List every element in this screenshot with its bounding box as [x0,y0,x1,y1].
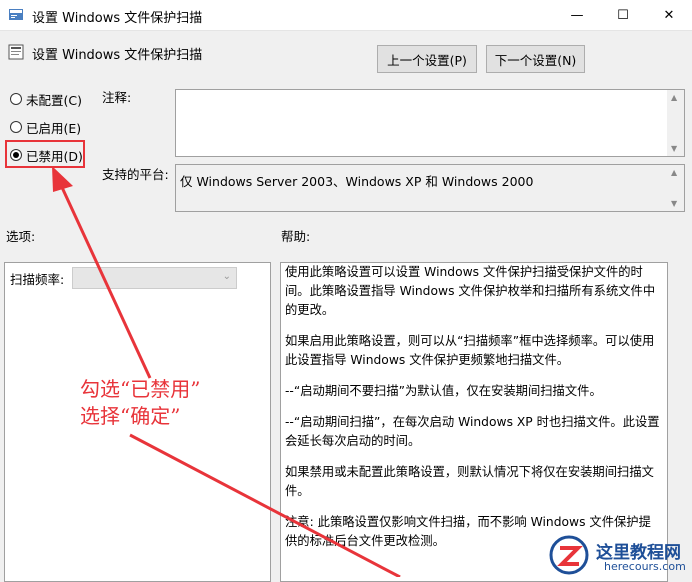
annotation-text: 勾选“已禁用” 选择“确定” [80,376,200,430]
watermark-logo-icon [549,535,589,575]
annotation-arrows [52,166,401,577]
annotation-arrow-down [129,433,401,577]
watermark-url: herecours.com [604,560,686,573]
arrowhead-up-icon [52,166,73,192]
annotation-arrow-up [58,182,152,379]
annotation-line-2: 选择“确定” [80,404,181,428]
annotation-line-1: 勾选“已禁用” [80,377,201,401]
